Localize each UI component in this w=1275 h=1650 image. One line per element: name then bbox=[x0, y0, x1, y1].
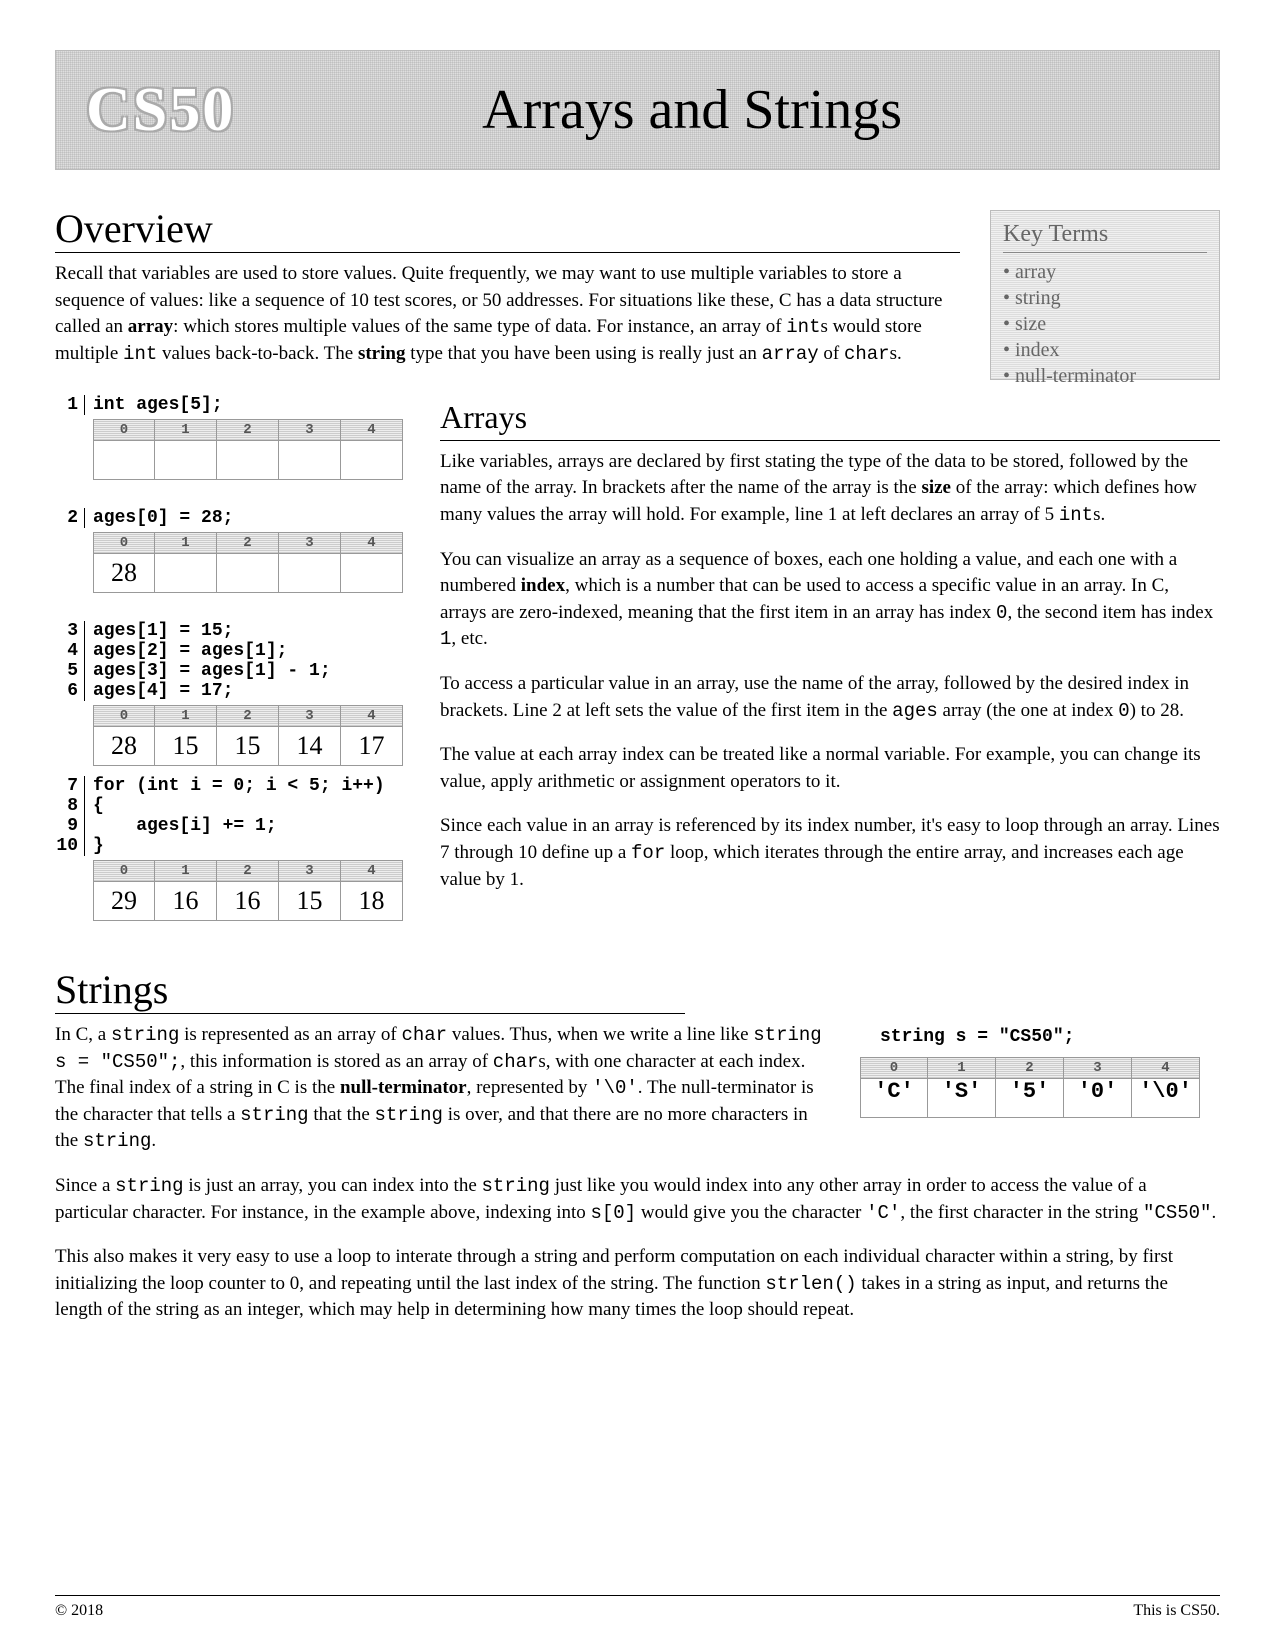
array-diagram-1: 0 1 2 3 4 bbox=[93, 419, 415, 480]
overview-text: Recall that variables are used to store … bbox=[55, 261, 960, 367]
string-figure: string s = "CS50"; 0'C' 1'S' 2'5' 3'0' 4… bbox=[860, 1027, 1220, 1173]
copyright: © 2018 bbox=[55, 1602, 103, 1620]
key-term: • size bbox=[1003, 311, 1207, 337]
code-column: 1int ages[5]; 0 1 2 3 4 2ages[0] = 28; 0… bbox=[55, 395, 415, 931]
strings-text-full: Since a string is just an array, you can… bbox=[55, 1173, 1220, 1324]
array-diagram-3: 028 115 215 314 417 bbox=[93, 705, 415, 766]
key-terms-title: Key Terms bbox=[1003, 219, 1207, 253]
page-title: Arrays and Strings bbox=[295, 78, 1189, 142]
banner: CS50 Arrays and Strings bbox=[55, 50, 1220, 170]
footer: © 2018 This is CS50. bbox=[55, 1595, 1220, 1620]
key-term: • index bbox=[1003, 337, 1207, 363]
footer-right: This is CS50. bbox=[1133, 1602, 1220, 1620]
strings-text: In C, a string is represented as an arra… bbox=[55, 1022, 830, 1173]
array-diagram-2: 028 1 2 3 4 bbox=[93, 532, 415, 593]
key-term: • string bbox=[1003, 285, 1207, 311]
arrays-text: Arrays Like variables, arrays are declar… bbox=[440, 395, 1220, 931]
logo: CS50 bbox=[86, 75, 235, 146]
key-term: • array bbox=[1003, 259, 1207, 285]
array-diagram-4: 029 116 216 315 418 bbox=[93, 860, 415, 921]
key-terms-box: Key Terms • array • string • size • inde… bbox=[990, 210, 1220, 380]
arrays-heading: Arrays bbox=[440, 395, 1220, 441]
strings-heading: Strings bbox=[55, 966, 685, 1014]
overview-heading: Overview bbox=[55, 205, 960, 253]
key-term: • null-terminator bbox=[1003, 363, 1207, 389]
